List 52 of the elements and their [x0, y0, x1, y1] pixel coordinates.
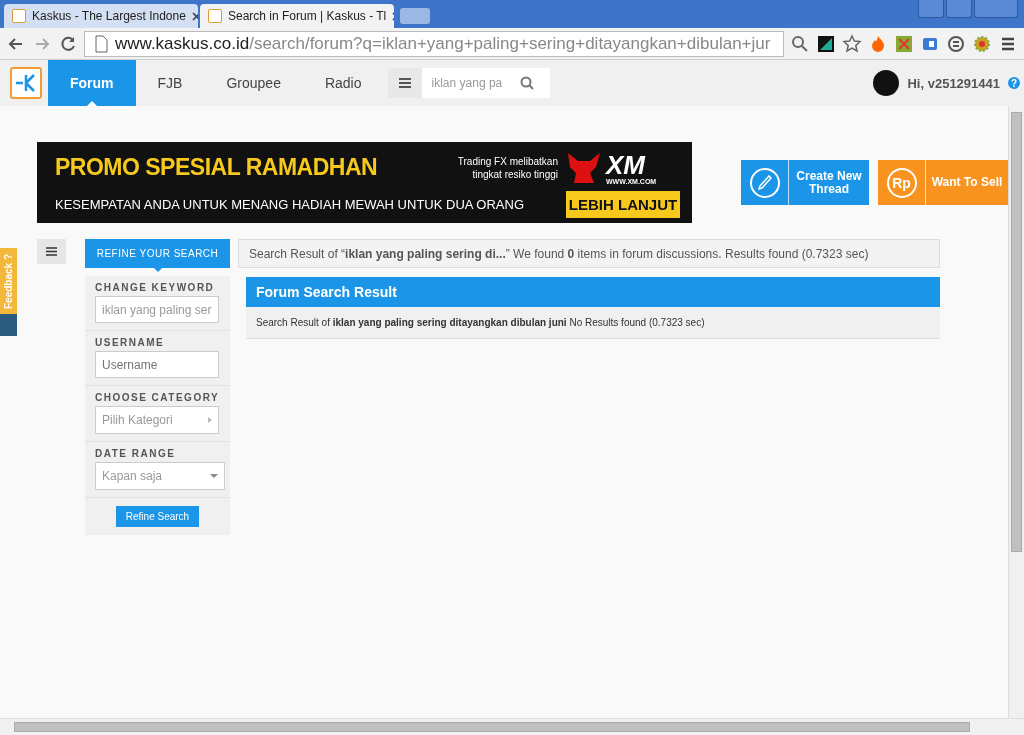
nav-tab[interactable]: Forum	[48, 60, 136, 106]
nav-tab[interactable]: Groupee	[204, 60, 303, 106]
star-icon[interactable]	[842, 33, 862, 54]
avatar-icon[interactable]	[873, 70, 900, 96]
text-field[interactable]: Username	[95, 351, 219, 378]
help-icon[interactable]: ?	[1008, 77, 1020, 89]
menu-icon[interactable]	[37, 239, 66, 264]
bull-icon	[566, 151, 602, 185]
category-select[interactable]: Pilih Kategori	[95, 406, 219, 434]
address-bar[interactable]: www.kaskus.co.id/search/forum?q=iklan+yang+paling+sering+ditayangkan+dibulan+jur	[84, 30, 784, 57]
user-greeting[interactable]: Hi, v251291441	[907, 75, 1000, 91]
favicon-icon	[208, 9, 222, 23]
logo-icon[interactable]	[10, 67, 42, 99]
search-icon[interactable]	[519, 76, 534, 90]
currency-icon: Rp	[886, 167, 917, 198]
nav-tab[interactable]: FJB	[135, 60, 205, 106]
close-icon[interactable]	[191, 11, 198, 21]
banner-headline: PROMO SPESIAL RAMADHAN	[55, 155, 379, 181]
menu-icon[interactable]	[387, 68, 422, 98]
pencil-icon	[749, 167, 780, 198]
search-field[interactable]: iklan yang pa	[387, 68, 550, 98]
extension-icon[interactable]	[946, 33, 966, 54]
caret-icon	[210, 474, 218, 478]
create-thread-button[interactable]: Create New Thread	[741, 160, 869, 205]
result-title: Forum Search Result	[246, 277, 940, 307]
banner-cta: LEBIH LANJUT	[566, 191, 680, 218]
nav-tab[interactable]: Radio	[302, 60, 384, 106]
search-summary: Search Result of “iklan yang paling sering di...” We found 0 items in forum discussions. Results found (0.7323 sec)	[238, 239, 940, 268]
feedback-tab[interactable]: Feedback ?	[0, 248, 17, 314]
field-label: CHANGE KEYWORD	[95, 282, 216, 293]
banner-note: Trading FX melibatkan tingkat resiko tinggi	[456, 155, 558, 181]
refine-search-tab[interactable]: REFINE YOUR SEARCH	[85, 239, 230, 268]
banner-subline: KESEMPATAN ANDA UNTUK MENANG HADIAH MEWAH UNTUK DUA ORANG	[55, 196, 524, 213]
gear-icon[interactable]	[972, 33, 992, 54]
browser-tab[interactable]: Kaskus - The Largest Indone	[4, 4, 198, 28]
brand-name: XM	[606, 151, 645, 178]
zoom-icon[interactable]	[790, 33, 810, 54]
caret-icon	[153, 268, 162, 272]
scrollbar[interactable]	[0, 718, 1024, 735]
caret-icon	[208, 417, 212, 423]
field-label: USERNAME	[95, 337, 166, 348]
refine-search-button[interactable]: Refine Search	[115, 506, 200, 527]
field-label: CHOOSE CATEGORY	[95, 392, 220, 403]
result-message: Search Result of iklan yang paling sering ditayangkan dibulan juni No Results found (0.7323 sec)	[255, 316, 706, 330]
text-field[interactable]: iklan yang paling ser	[95, 296, 219, 323]
extension-icon[interactable]	[816, 33, 836, 54]
scrollbar[interactable]	[1008, 106, 1024, 718]
date-range-dropdown[interactable]: Kapan saja	[95, 462, 225, 490]
favicon-icon	[12, 9, 26, 23]
browser-tab[interactable]: Search in Forum | Kaskus - Tl	[200, 4, 394, 28]
field-label: DATE RANGE	[95, 448, 177, 459]
want-to-sell-button[interactable]: Rp Want To Sell	[878, 160, 1008, 205]
